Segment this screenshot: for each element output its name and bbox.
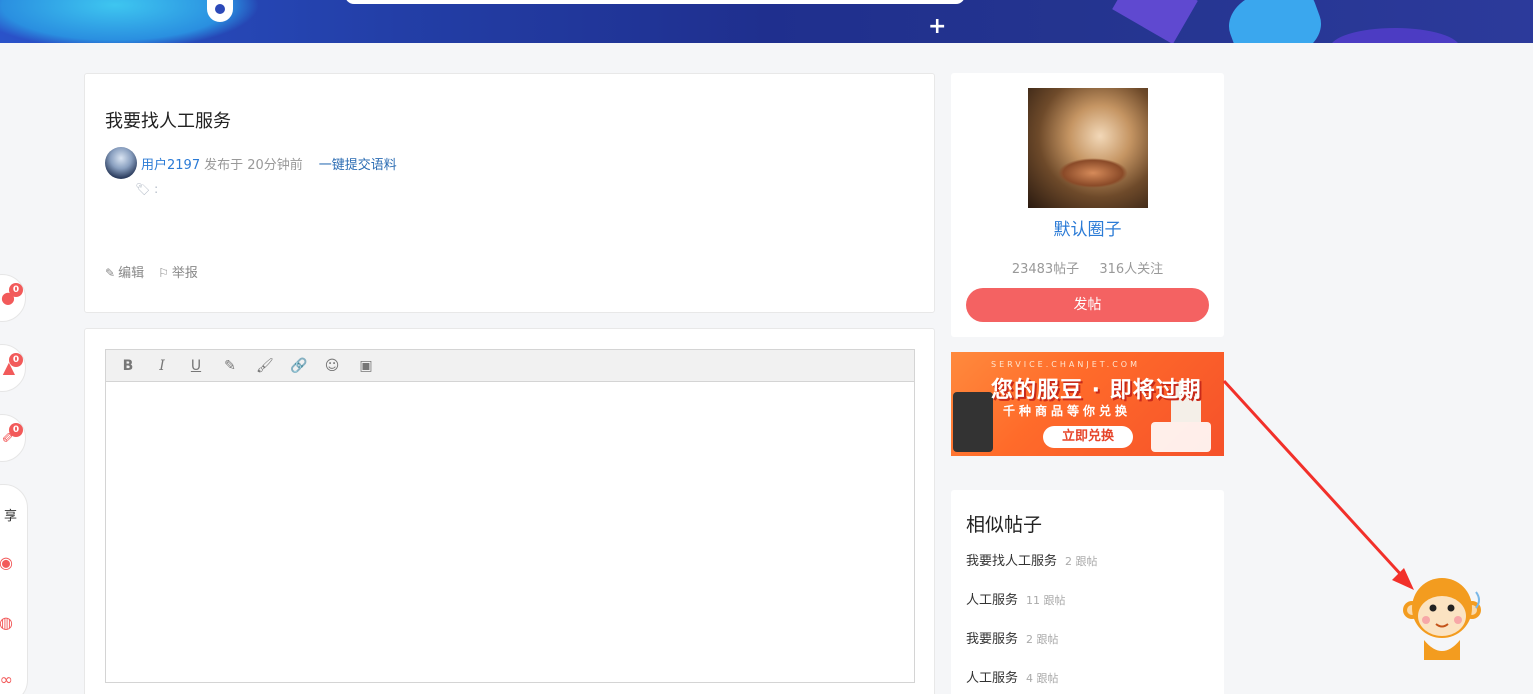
annotation-arrow	[1222, 379, 1414, 590]
customer-service-mascot-icon[interactable]	[1402, 570, 1482, 660]
